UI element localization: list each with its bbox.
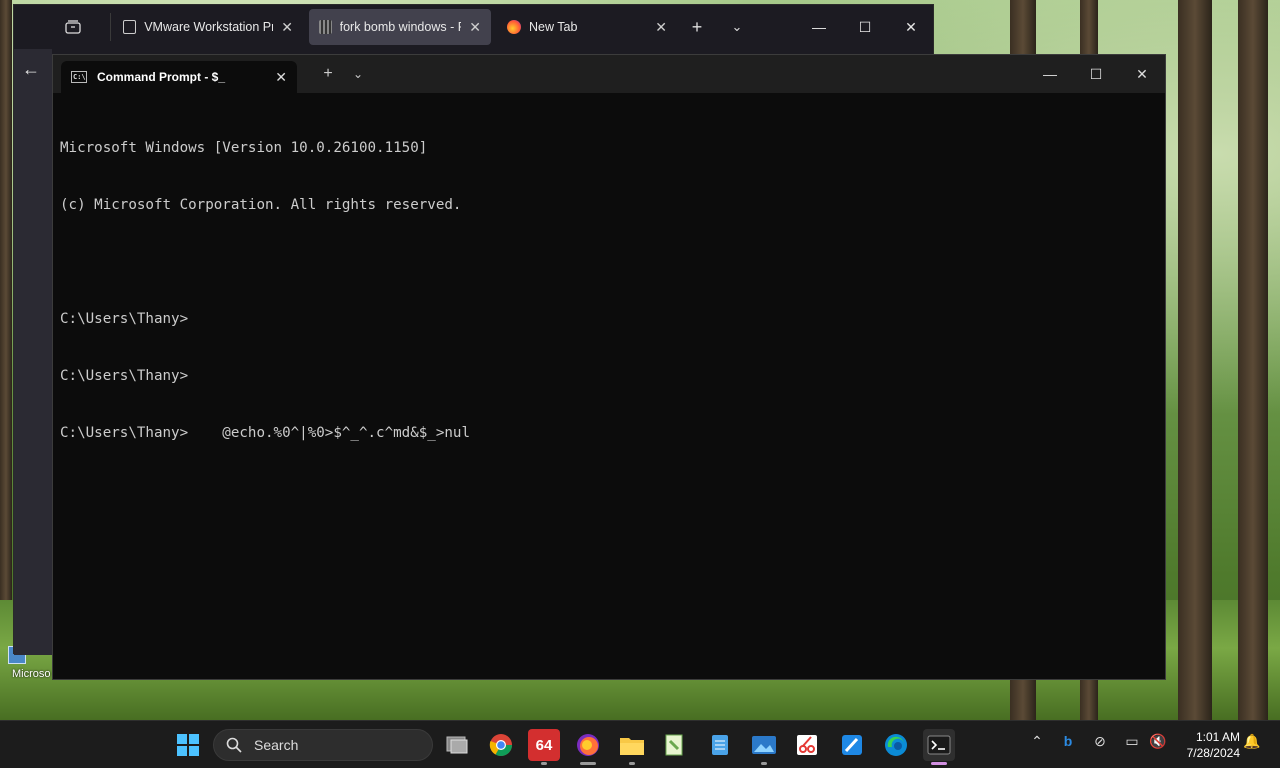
tab-list-icon[interactable]: [58, 12, 88, 42]
display-icon[interactable]: ▭: [1120, 733, 1144, 750]
chrome-icon[interactable]: [485, 729, 517, 761]
clock-time: 1:01 AM: [1195, 730, 1240, 744]
browser-tab-vmware[interactable]: VMware Workstation Pro ✕: [113, 9, 303, 45]
back-arrow-icon[interactable]: ←: [22, 59, 40, 80]
running-indicator: [580, 762, 596, 765]
terminal-window: C:\ Command Prompt - $_ ✕ + ⌄ — ☐ ✕ Micr…: [52, 54, 1166, 680]
terminal-line: C:\Users\Thany>: [60, 368, 189, 384]
notepadpp-icon[interactable]: [659, 729, 691, 761]
minimize-button[interactable]: —: [796, 5, 842, 49]
hwinfo64-label: 64: [535, 736, 553, 754]
command-prompt-icon: C:\: [71, 71, 87, 83]
new-tab-icon[interactable]: +: [313, 65, 343, 83]
task-view-icon[interactable]: [441, 729, 473, 761]
minimize-button[interactable]: —: [1027, 55, 1073, 93]
terminal-tab[interactable]: C:\ Command Prompt - $_ ✕: [61, 61, 297, 93]
photos-icon[interactable]: [748, 729, 780, 765]
clock[interactable]: 1:01 AM 7/28/2024: [1174, 729, 1240, 761]
start-button[interactable]: [172, 729, 204, 761]
edge-icon[interactable]: [880, 729, 912, 761]
volume-icon[interactable]: 🔇: [1146, 733, 1170, 750]
chevron-up-icon[interactable]: ⌃: [1025, 733, 1049, 750]
taskbar-search[interactable]: Search: [213, 729, 433, 761]
terminal-titlebar: C:\ Command Prompt - $_ ✕ + ⌄ — ☐ ✕: [53, 55, 1165, 93]
vmware-icon: [123, 20, 137, 34]
page-icon: [319, 20, 332, 34]
close-tab-icon[interactable]: ✕: [655, 19, 667, 36]
hwinfo64-icon[interactable]: 64: [528, 729, 560, 765]
desktop-icon-label: Microso: [12, 668, 51, 680]
maximize-button[interactable]: ☐: [842, 5, 888, 49]
browser-tabbar: VMware Workstation Pro ✕ fork bomb windo…: [14, 5, 933, 49]
tab-title: VMware Workstation Pro: [144, 20, 274, 34]
search-placeholder: Search: [254, 737, 299, 753]
running-indicator: [629, 762, 635, 765]
running-indicator: [541, 762, 547, 765]
terminal-line: (c) Microsoft Corporation. All rights re…: [60, 197, 462, 213]
bing-icon[interactable]: b: [1056, 733, 1080, 749]
notification-bell-icon[interactable]: 🔔: [1240, 733, 1264, 750]
close-tab-icon[interactable]: ✕: [469, 19, 481, 36]
firefox-icon: [507, 20, 521, 34]
new-tab-icon[interactable]: +: [677, 17, 717, 38]
chevron-down-icon[interactable]: ⌄: [717, 19, 757, 35]
terminal-line: C:\Users\Thany> @echo.%0^|%0>$^_^.c^md&$…: [60, 425, 470, 441]
paint-icon[interactable]: [836, 729, 868, 761]
tab-title: New Tab: [529, 20, 578, 34]
network-off-icon[interactable]: ⊘: [1088, 733, 1112, 750]
running-indicator: [761, 762, 767, 765]
firefox-icon[interactable]: [572, 729, 604, 765]
close-tab-icon[interactable]: ✕: [275, 69, 287, 86]
clock-date: 7/28/2024: [1186, 746, 1240, 760]
chevron-down-icon[interactable]: ⌄: [343, 67, 373, 81]
close-tab-icon[interactable]: ✕: [281, 19, 293, 36]
terminal-output[interactable]: Microsoft Windows [Version 10.0.26100.11…: [53, 93, 1165, 481]
file-explorer-icon[interactable]: [616, 729, 648, 765]
snipping-tool-icon[interactable]: [791, 729, 823, 761]
browser-tab-new[interactable]: New Tab ✕: [497, 9, 677, 45]
search-icon: [226, 737, 242, 753]
maximize-button[interactable]: ☐: [1073, 55, 1119, 93]
terminal-tab-title: Command Prompt - $_: [97, 70, 226, 84]
notepad-icon[interactable]: [704, 729, 736, 761]
browser-nav-bar: ←: [14, 49, 52, 655]
terminal-icon[interactable]: [923, 729, 955, 765]
taskbar: Search 64 ⌃ b ⊘ ▭ 🔇 1:01 AM 7/28/2024 🔔: [0, 720, 1280, 768]
active-indicator: [931, 762, 947, 765]
close-button[interactable]: ✕: [1119, 55, 1165, 93]
browser-tab-fork-bomb[interactable]: fork bomb windows - Pa ✕: [309, 9, 491, 45]
terminal-line: Microsoft Windows [Version 10.0.26100.11…: [60, 140, 428, 156]
close-button[interactable]: ✕: [888, 5, 934, 49]
tab-title: fork bomb windows - Pa: [339, 20, 462, 34]
terminal-line: C:\Users\Thany>: [60, 311, 189, 327]
